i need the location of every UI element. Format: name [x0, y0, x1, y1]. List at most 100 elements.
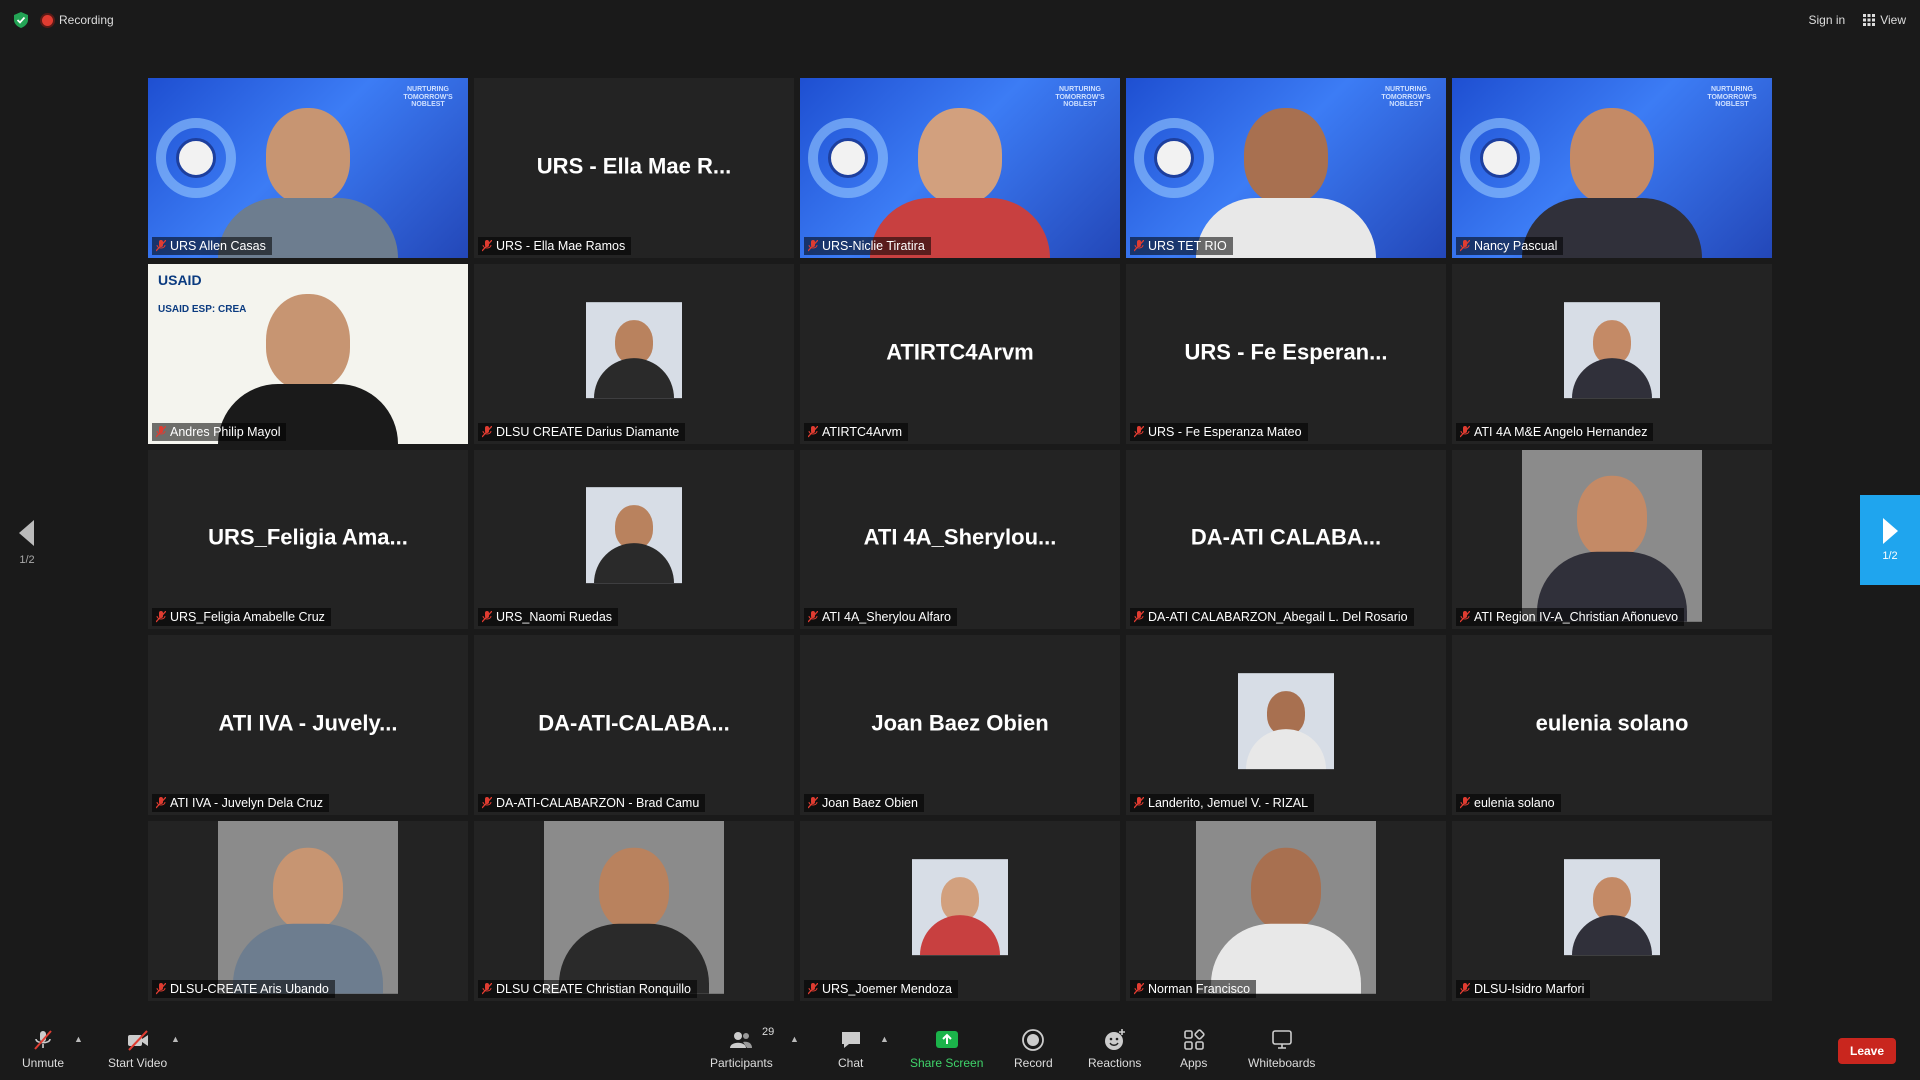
sign-in-link[interactable]: Sign in: [1809, 13, 1846, 27]
participant-caption-text: DLSU-Isidro Marfori: [1474, 982, 1585, 996]
participant-name-caption: URS - Fe Esperanza Mateo: [1130, 422, 1308, 441]
background-motto: NURTURING TOMORROW'S NOBLEST: [1707, 86, 1757, 109]
recording-label: Recording: [59, 13, 114, 27]
microphone-muted-icon: [156, 611, 166, 623]
start-video-button[interactable]: Start Video: [108, 1028, 167, 1070]
chat-caret-icon[interactable]: ▲: [880, 1034, 889, 1044]
participant-video-figure: [1196, 107, 1376, 258]
participant-caption-text: URS TET RIO: [1148, 238, 1227, 253]
page-indicator-left: 1/2: [19, 554, 35, 566]
participant-caption-text: URS_Feligia Amabelle Cruz: [170, 610, 325, 625]
participant-tile[interactable]: URS - Fe Esperan... URS - Fe Esperanza M…: [1126, 263, 1446, 444]
whiteboards-button[interactable]: Whiteboards: [1248, 1028, 1315, 1070]
participant-tile[interactable]: DLSU-Isidro Marfori: [1452, 821, 1772, 1001]
participant-name-caption: ATI 4A_Sherylou Alfaro: [804, 608, 958, 627]
participant-tile[interactable]: DA-ATI CALABA... DA-ATI CALABARZON_Abega…: [1126, 449, 1446, 630]
participant-tile[interactable]: DLSU CREATE Christian Ronquillo: [474, 821, 794, 1001]
chat-button[interactable]: Chat: [838, 1028, 863, 1070]
participant-video-figure: [218, 107, 398, 258]
participant-tile[interactable]: ATI IVA - Juvely... ATI IVA - Juvelyn De…: [148, 635, 468, 816]
participant-tile[interactable]: NURTURING TOMORROW'S NOBLEST URS Allen C…: [148, 78, 468, 258]
record-button[interactable]: Record: [1014, 1028, 1053, 1070]
share-screen-button[interactable]: Share Screen: [910, 1028, 983, 1070]
participant-name-caption: DA-ATI CALABARZON_Abegail L. Del Rosario: [1130, 608, 1414, 627]
microphone-muted-icon: [1460, 425, 1470, 438]
participant-tile[interactable]: DLSU-CREATE Aris Ubando: [148, 821, 468, 1001]
previous-page-button[interactable]: 1/2: [16, 520, 38, 580]
participant-name-caption: DLSU-CREATE Aris Ubando: [152, 980, 335, 998]
participant-tile[interactable]: USAID USAID ESP: CREA Andres Philip Mayo…: [148, 263, 468, 444]
leave-button[interactable]: Leave: [1838, 1038, 1896, 1064]
share-screen-label: Share Screen: [910, 1056, 984, 1070]
torso-shape: [1246, 729, 1326, 770]
profile-figure: [559, 847, 709, 994]
video-feed: USAID USAID ESP: CREA: [148, 263, 468, 444]
chat-label: Chat: [838, 1056, 864, 1070]
microphone-muted-icon: [808, 425, 818, 438]
view-button[interactable]: View: [1863, 13, 1906, 27]
participant-tile[interactable]: eulenia solano eulenia solano: [1452, 635, 1772, 816]
participant-name-caption: DLSU CREATE Christian Ronquillo: [478, 980, 697, 998]
profile-figure: [1537, 476, 1687, 623]
participants-button[interactable]: 29 Participants: [710, 1026, 774, 1070]
shield-icon[interactable]: [14, 12, 28, 28]
participant-tile[interactable]: Norman Francisco: [1126, 821, 1446, 1001]
participant-name-caption: DLSU-Isidro Marfori: [1456, 980, 1591, 998]
participant-tile[interactable]: DA-ATI-CALABA... DA-ATI-CALABARZON - Bra…: [474, 635, 794, 816]
apps-label: Apps: [1180, 1056, 1208, 1070]
profile-picture: [912, 859, 1008, 956]
participant-tile[interactable]: ATI 4A M&E Angelo Hernandez: [1452, 263, 1772, 444]
participant-tile[interactable]: URS - Ella Mae R... URS - Ella Mae Ramos: [474, 78, 794, 258]
profile-figure: [920, 877, 1000, 956]
participant-tile[interactable]: NURTURING TOMORROW'S NOBLEST Nancy Pascu…: [1452, 78, 1772, 258]
participant-tile[interactable]: Landerito, Jemuel V. - RIZAL: [1126, 635, 1446, 816]
participant-tile[interactable]: URS_Feligia Ama... URS_Feligia Amabelle …: [148, 449, 468, 630]
microphone-muted-icon: [808, 983, 818, 995]
participant-tile[interactable]: NURTURING TOMORROW'S NOBLEST URS-Niclie …: [800, 78, 1120, 258]
apps-button[interactable]: Apps: [1180, 1028, 1207, 1070]
microphone-muted-icon: [156, 425, 166, 438]
unmute-button[interactable]: Unmute: [22, 1028, 64, 1070]
participant-name-caption: URS - Ella Mae Ramos: [478, 236, 632, 255]
participant-name-caption: URS_Joemer Mendoza: [804, 980, 958, 998]
participant-tile[interactable]: NURTURING TOMORROW'S NOBLEST URS TET RIO: [1126, 78, 1446, 258]
participant-tile[interactable]: URS_Joemer Mendoza: [800, 821, 1120, 1001]
face-shape: [1251, 847, 1321, 930]
participant-display-name: ATI IVA - Juvely...: [218, 710, 398, 736]
participant-video-figure: [1522, 107, 1702, 258]
participant-caption-text: URS_Joemer Mendoza: [822, 982, 952, 996]
participant-name-caption: URS_Feligia Amabelle Cruz: [152, 608, 331, 627]
university-seal-icon: [1154, 138, 1194, 178]
video-options-caret-icon[interactable]: ▲: [171, 1034, 180, 1044]
participant-tile[interactable]: ATI 4A_Sherylou... ATI 4A_Sherylou Alfar…: [800, 449, 1120, 630]
torso-shape: [594, 357, 674, 398]
participant-tile[interactable]: URS_Naomi Ruedas: [474, 449, 794, 630]
video-feed: NURTURING TOMORROW'S NOBLEST: [1126, 78, 1446, 258]
participant-caption-text: DA-ATI-CALABARZON - Brad Camu: [496, 796, 700, 811]
participant-display-name: ATIRTC4Arvm: [886, 339, 1034, 365]
participants-caret-icon[interactable]: ▲: [790, 1034, 799, 1044]
view-label: View: [1880, 13, 1906, 27]
microphone-muted-icon: [1460, 611, 1470, 623]
face-shape: [918, 107, 1002, 204]
participant-tile[interactable]: DLSU CREATE Darius Diamante: [474, 263, 794, 444]
participant-tile[interactable]: Joan Baez Obien Joan Baez Obien: [800, 635, 1120, 816]
reactions-button[interactable]: Reactions: [1088, 1028, 1141, 1070]
next-page-button[interactable]: 1/2: [1860, 495, 1920, 585]
participant-name-caption: Nancy Pascual: [1456, 236, 1564, 255]
participant-caption-text: ATI 4A_Sherylou Alfaro: [822, 610, 952, 625]
participant-tile[interactable]: ATI Region IV-A_Christian Añonuevo: [1452, 449, 1772, 630]
participant-display-name: URS - Ella Mae R...: [536, 153, 732, 179]
participant-tile[interactable]: ATIRTC4Arvm ATIRTC4Arvm: [800, 263, 1120, 444]
recording-indicator-icon: [42, 14, 53, 26]
profile-picture: [1238, 673, 1334, 770]
audio-options-caret-icon[interactable]: ▲: [74, 1034, 83, 1044]
participants-icon: [730, 1032, 753, 1048]
participant-name-caption: ATI IVA - Juvelyn Dela Cruz: [152, 794, 330, 813]
face-shape: [273, 847, 343, 930]
participant-name-caption: DA-ATI-CALABARZON - Brad Camu: [478, 794, 706, 813]
participant-display-name: eulenia solano: [1535, 710, 1689, 736]
profile-picture: [586, 487, 682, 584]
microphone-muted-icon: [156, 239, 166, 252]
gallery-grid: NURTURING TOMORROW'S NOBLEST URS Allen C…: [148, 78, 1772, 1001]
